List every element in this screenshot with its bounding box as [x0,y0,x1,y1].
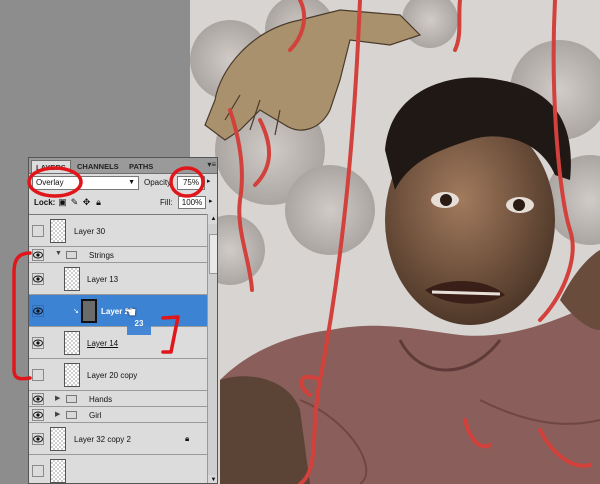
eye-icon [33,411,43,419]
opacity-slider-arrow-icon[interactable]: ▸ [207,177,211,185]
tab-paths[interactable]: PATHS [125,160,161,173]
fill-slider-arrow-icon[interactable]: ▸ [209,197,213,205]
layer-thumbnail [81,299,97,323]
layer-thumbnail [50,459,66,483]
blend-mode-select[interactable]: Overlay ▼ [32,176,139,190]
layer-row-layer-30[interactable]: Layer 30 [29,215,207,247]
visibility-toggle[interactable] [32,409,44,421]
lock-label: Lock: [34,198,56,207]
layer-row-layer-13[interactable]: Layer 13 [29,263,207,295]
eye-icon [33,435,43,443]
opacity-label: Opacity: [144,178,174,187]
group-expand-chevron-right-icon[interactable]: ▶ [55,410,60,418]
visibility-toggle-empty[interactable] [32,225,44,237]
layer-row-layer-32-copy-2[interactable]: Layer 32 copy 2 🔒︎ [29,423,207,455]
visibility-toggle[interactable] [32,465,44,477]
scroll-up-icon[interactable]: ▲ [208,214,217,224]
fill-field[interactable]: 100% [178,196,206,209]
layers-list: Layer 30 ▼ Strings Layer 13 ↘ Layer 23 L… [29,214,207,483]
layer-row-group-girl[interactable]: ▶ Girl [29,407,207,423]
visibility-toggle[interactable] [32,249,44,261]
lock-transparent-pixels-icon[interactable]: ▣ [58,197,67,207]
visibility-toggle-empty[interactable] [32,369,44,381]
eye-icon [33,275,43,283]
layer-name: Girl [89,411,102,420]
fill-label: Fill: [160,198,173,207]
visibility-toggle[interactable] [32,433,44,445]
chevron-down-icon: ▼ [128,179,135,186]
layer-name: Hands [89,395,113,404]
layer-name: Layer 13 [87,275,119,284]
layer-thumbnail [64,331,80,355]
eye-icon [33,307,43,315]
layer-name: Strings [89,251,114,260]
layer-thumbnail [50,219,66,243]
scroll-down-icon[interactable]: ▼ [208,475,217,483]
layer-name: Layer 32 copy 2 [74,435,131,444]
layer-name: Layer 20 copy [87,371,138,380]
layer-row-group-hands[interactable]: ▶ Hands [29,391,207,407]
lock-position-icon[interactable]: ✥ [82,197,91,207]
layer-thumbnail [64,267,80,291]
layer-name: Layer 30 [74,227,106,236]
eye-icon [33,339,43,347]
layer-thumbnail [64,363,80,387]
visibility-toggle[interactable] [32,305,44,317]
tab-channels[interactable]: CHANNELS [73,160,123,173]
lock-image-pixels-icon[interactable]: ✎ [70,197,79,207]
layer-row-layer-14[interactable]: Layer 14 [29,327,207,359]
layer-row-group-strings[interactable]: ▼ Strings [29,247,207,263]
hand-cursor-icon: ☚ [124,304,137,320]
folder-icon [66,251,77,259]
layer-row-layer-23-selected[interactable]: ↘ Layer 23 [29,295,207,327]
group-expand-chevron-down-icon[interactable]: ▼ [55,250,62,257]
blend-mode-value: Overlay [36,178,64,187]
visibility-toggle[interactable] [32,393,44,405]
group-expand-chevron-right-icon[interactable]: ▶ [55,394,60,402]
layers-panel: LAYERS CHANNELS PATHS ▾≡ Overlay ▼ Opaci… [28,157,218,484]
panel-menu-icon[interactable]: ▾≡ [207,160,216,169]
opacity-field[interactable]: 75% [177,176,205,190]
scroll-thumb[interactable] [209,234,217,274]
folder-icon [66,411,77,419]
visibility-toggle[interactable] [32,337,44,349]
eye-icon [33,395,43,403]
clipping-arrow-icon: ↘ [73,308,79,315]
tab-layers[interactable]: LAYERS [31,160,71,173]
lock-all-icon[interactable]: 🔒︎ [94,197,103,207]
layer-name: Layer 14 [87,339,119,348]
lock-icon: 🔒︎ [185,434,190,443]
layers-scrollbar[interactable]: ▲ ▼ [207,214,217,483]
eye-icon [33,251,43,259]
folder-icon [66,395,77,403]
panel-tab-bar: LAYERS CHANNELS PATHS ▾≡ [29,158,217,174]
layer-thumbnail [50,427,66,451]
layer-row-partial[interactable] [29,455,207,483]
visibility-toggle[interactable] [32,273,44,285]
layer-row-layer-20-copy[interactable]: Layer 20 copy [29,359,207,391]
